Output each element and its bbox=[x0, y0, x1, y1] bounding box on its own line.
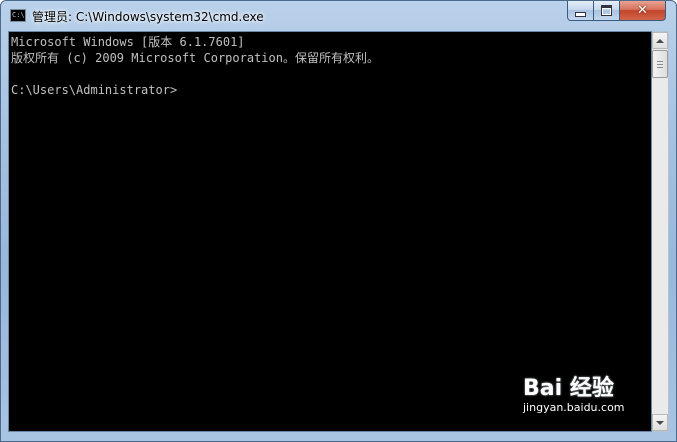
watermark-url: jingyan.baidu.com bbox=[523, 401, 625, 414]
scroll-thumb[interactable] bbox=[652, 50, 668, 78]
window-title: 管理员: C:\Windows\system32\cmd.exe bbox=[32, 10, 264, 24]
close-button[interactable]: ✕ bbox=[620, 1, 666, 21]
console-line-copyright: 版权所有 (c) 2009 Microsoft Corporation。保留所有… bbox=[11, 51, 379, 65]
scroll-down-button[interactable] bbox=[652, 414, 668, 431]
grip-line bbox=[657, 61, 663, 62]
console-output[interactable]: Microsoft Windows [版本 6.1.7601] 版权所有 (c)… bbox=[8, 31, 652, 432]
cmd-window: C:\ 管理员: C:\Windows\system32\cmd.exe ✕ M… bbox=[0, 0, 677, 442]
arrow-up-icon bbox=[656, 38, 664, 43]
grip-line bbox=[657, 67, 663, 68]
minimize-icon bbox=[575, 12, 586, 17]
scroll-up-button[interactable] bbox=[652, 32, 668, 49]
watermark-logo: Bai 经验 bbox=[523, 376, 614, 401]
maximize-icon bbox=[601, 5, 612, 16]
cmd-app-icon[interactable]: C:\ bbox=[10, 9, 26, 22]
maximize-button[interactable] bbox=[594, 1, 620, 21]
console-line-version: Microsoft Windows [版本 6.1.7601] bbox=[11, 35, 245, 49]
close-icon: ✕ bbox=[637, 3, 648, 18]
watermark: Bai 经验 jingyan.baidu.com bbox=[523, 370, 643, 420]
grip-line bbox=[657, 64, 663, 65]
minimize-button[interactable] bbox=[567, 1, 594, 21]
arrow-down-icon bbox=[656, 420, 664, 425]
console-prompt[interactable]: C:\Users\Administrator> bbox=[11, 82, 177, 98]
vertical-scrollbar[interactable] bbox=[652, 31, 669, 432]
